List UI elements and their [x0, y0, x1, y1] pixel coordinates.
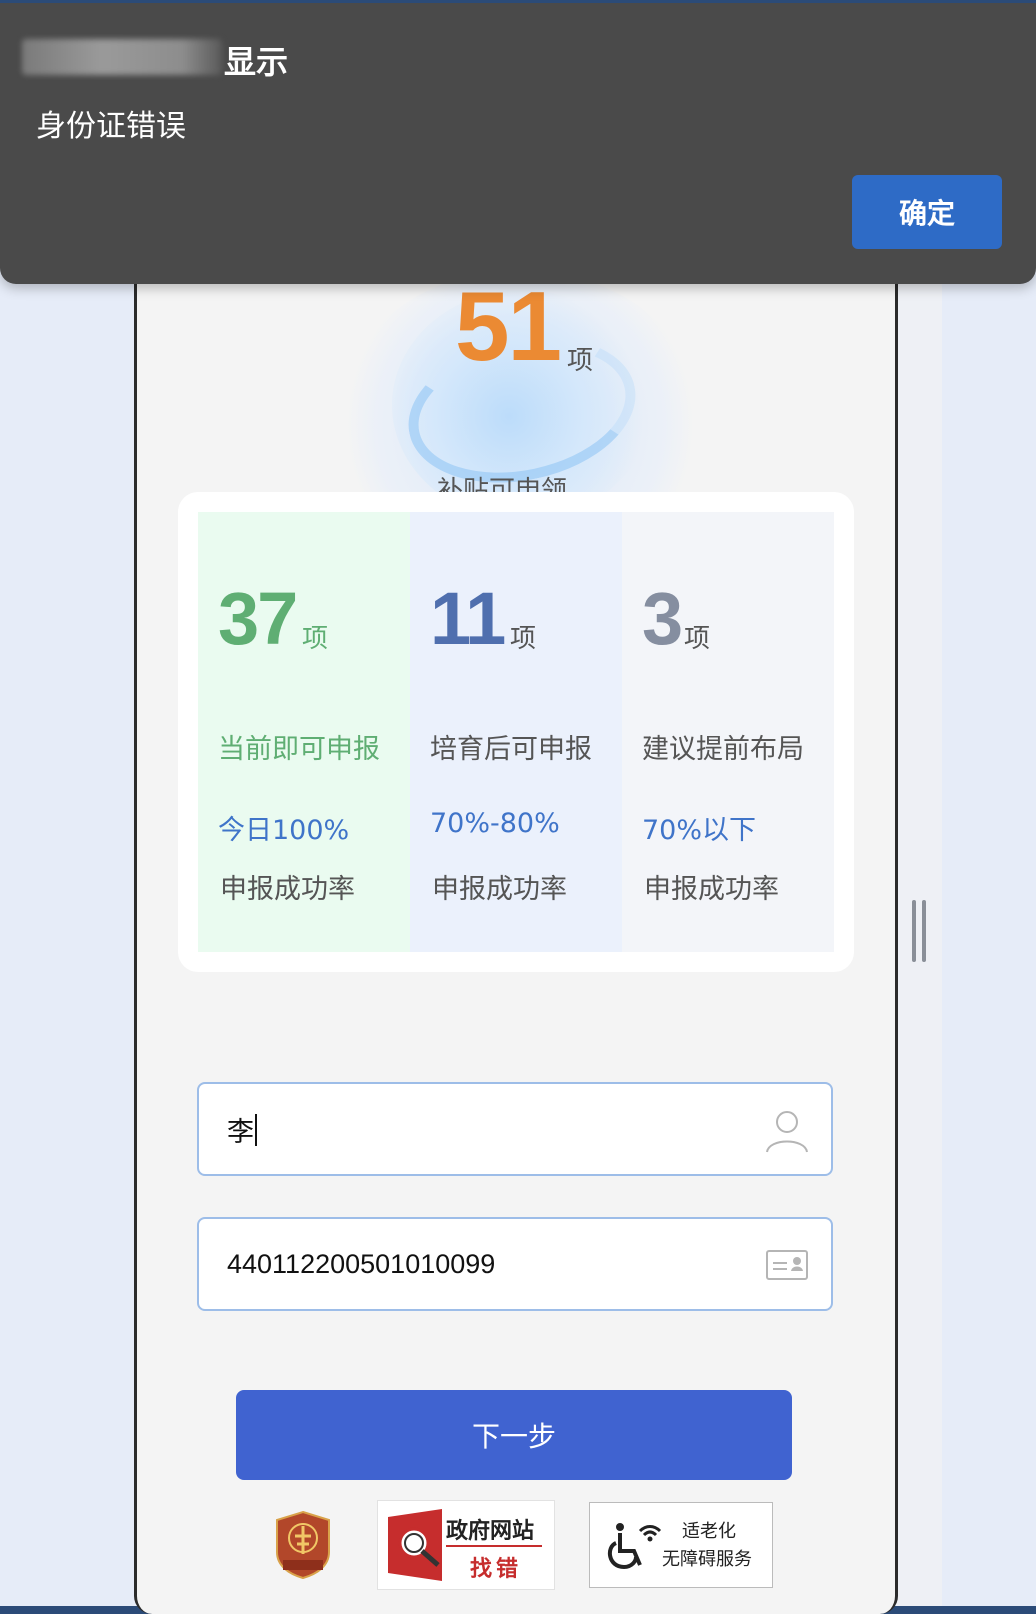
stat-unit: 项 — [510, 624, 537, 654]
text-cursor — [255, 1114, 257, 1146]
stat-count: 3 — [642, 577, 683, 660]
wheelchair-wifi-icon — [607, 1523, 662, 1570]
party-government-badge[interactable] — [273, 1510, 333, 1580]
subsidy-unit: 项 — [567, 346, 594, 376]
name-field[interactable] — [197, 1082, 833, 1176]
subsidy-caption: 补贴可申领 — [437, 476, 568, 492]
dialog-message: 身份证错误 — [36, 109, 186, 144]
gov-badge-title: 政府网站 — [446, 1519, 535, 1544]
user-icon — [766, 1111, 808, 1153]
stat-count: 37 — [218, 577, 298, 660]
stat-rate: 70%-80% — [430, 808, 560, 839]
confirm-button[interactable]: 确定 — [852, 175, 1002, 249]
age-badge-title: 适老化 — [682, 1521, 736, 1542]
stat-plan-ahead: 3 项 建议提前布局 70%以下 申报成功率 — [622, 512, 834, 952]
id-number-input[interactable] — [227, 1219, 747, 1309]
subsidy-count: 51 — [455, 271, 562, 381]
gov-badge-divider — [446, 1545, 542, 1547]
stat-rate: 70%以下 — [642, 815, 757, 846]
party-emblem-icon — [276, 1510, 330, 1580]
stat-rate-label: 申报成功率 — [432, 874, 567, 905]
stat-rate-label: 申报成功率 — [644, 874, 779, 905]
stat-label: 建议提前布局 — [642, 734, 804, 765]
id-number-field[interactable] — [197, 1217, 833, 1311]
resize-handle[interactable] — [912, 900, 926, 962]
gov-badge-subtitle: 找错 — [470, 1557, 523, 1582]
dialog-title: 显示 — [224, 43, 289, 81]
name-input[interactable] — [227, 1084, 747, 1174]
age-badge-subtitle: 无障碍服务 — [662, 1549, 752, 1570]
stat-rate: 今日100% — [218, 815, 350, 846]
mobile-page: 51 项 补贴可申领 37 项 当前即可申报 今日100% 申报成功率 11 项… — [134, 230, 898, 1614]
alert-dialog: 显示 身份证错误 确定 — [0, 0, 1036, 284]
stat-apply-now: 37 项 当前即可申报 今日100% 申报成功率 — [198, 512, 410, 952]
gov-site-error-report-badge[interactable]: 政府网站 找错 — [377, 1500, 555, 1590]
stat-rate-label: 申报成功率 — [220, 874, 355, 905]
stat-unit: 项 — [684, 624, 711, 654]
next-step-button[interactable]: 下一步 — [236, 1390, 792, 1480]
stat-label: 培育后可申报 — [430, 734, 592, 765]
stats-card: 37 项 当前即可申报 今日100% 申报成功率 11 项 培育后可申报 70%… — [178, 492, 854, 972]
stat-unit: 项 — [302, 624, 329, 654]
stat-after-cultivation: 11 项 培育后可申报 70%-80% 申报成功率 — [410, 512, 622, 952]
stat-label: 当前即可申报 — [218, 734, 380, 765]
elderly-accessibility-badge[interactable]: 适老化 无障碍服务 — [589, 1502, 773, 1588]
magnifier-flag-icon — [388, 1509, 442, 1581]
stat-count: 11 — [430, 577, 506, 660]
blurred-site-origin — [22, 39, 222, 75]
id-card-icon — [766, 1250, 808, 1280]
